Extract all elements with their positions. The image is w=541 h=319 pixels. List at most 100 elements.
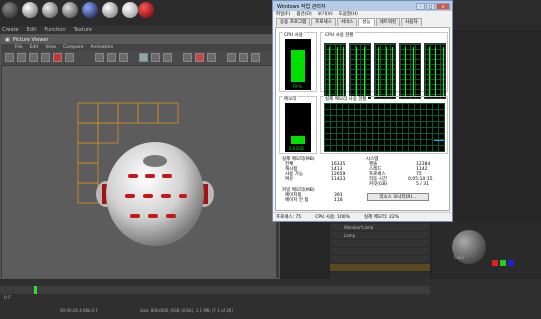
timeline-playhead[interactable]: [34, 286, 37, 294]
material-ball[interactable]: [22, 2, 38, 18]
cpu-core-graph: [424, 43, 446, 99]
timeline-frame-label: 0 F: [4, 296, 11, 301]
performance-panel: CPU 사용 79 % CPU 사용 현황 메모리 3.62GB 실제 메모리: [275, 27, 450, 211]
list-item[interactable]: [330, 256, 430, 264]
task-manager-menubar: 파일(F) 옵션(O) 보기(V) 도움말(H): [273, 11, 452, 18]
toolbar-icon[interactable]: [17, 53, 26, 62]
stat-label: 페이지 안 됨: [285, 198, 309, 203]
material-ball[interactable]: [82, 2, 98, 18]
list-item[interactable]: Wandoo*Lamb: [330, 224, 430, 232]
status-cpu: CPU 사용: 100%: [315, 215, 350, 220]
task-manager-titlebar[interactable]: Windows 작업 관리자 – □ ✕: [273, 1, 452, 11]
tab-performance[interactable]: 성능: [358, 18, 375, 26]
menu-view[interactable]: 보기(V): [318, 11, 333, 18]
resource-monitor-button[interactable]: 리소스 모니터(R)...: [367, 193, 429, 201]
toolbar-icon[interactable]: [151, 53, 160, 62]
list-item[interactable]: [330, 240, 430, 248]
cpu-core-graph: [399, 43, 421, 99]
status-memory: 실제 메모리: 22%: [363, 215, 399, 220]
color-swatch-green[interactable]: [500, 260, 506, 266]
rendered-robot-image: [77, 102, 214, 246]
stat-value: 5 / 31: [416, 182, 429, 187]
memory-value: 3.62GB: [289, 146, 304, 151]
minimize-icon[interactable]: –: [416, 2, 425, 10]
toolbar-icon[interactable]: [183, 53, 192, 62]
cpu-core-graph: [324, 43, 346, 99]
color-swatch-blue[interactable]: [508, 260, 514, 266]
toolbar-icon[interactable]: [65, 53, 74, 62]
memory-gauge-fill: [291, 136, 305, 144]
viewer-menu-file[interactable]: File: [15, 44, 23, 51]
cpu-history-group: CPU 사용 현황: [320, 32, 448, 99]
menu-create[interactable]: Create: [2, 26, 19, 34]
toolbar-icon[interactable]: [207, 53, 216, 62]
toolbar-icon[interactable]: [227, 53, 236, 62]
task-manager-window: Windows 작업 관리자 – □ ✕ 파일(F) 옵션(O) 보기(V) 도…: [272, 0, 453, 222]
cpu-usage-gauge-fill: [291, 50, 305, 82]
timeline-info: Size: 800x600, RGB (8 Bit), 1.1 MB, (F 1…: [140, 308, 233, 313]
viewer-app-icon: ▣: [5, 36, 10, 43]
toolbar-icon[interactable]: [139, 53, 148, 62]
toolbar-icon[interactable]: [41, 53, 50, 62]
task-manager-statusbar: 프로세스: 75 CPU 사용: 100% 실제 메모리: 22%: [273, 212, 452, 221]
close-icon[interactable]: ✕: [436, 2, 450, 10]
timeline-status: 00:00:26 4.0Kb 0 F: [60, 308, 99, 313]
memory-label: 메모리: [283, 96, 298, 102]
memory-history-label: 실제 메모리 사용 현황: [324, 96, 368, 102]
status-processes: 프로세스: 75: [276, 215, 302, 220]
menu-edit[interactable]: Edit: [27, 26, 37, 34]
stat-label: 커밋(GB): [369, 182, 388, 187]
toolbar-icon[interactable]: [163, 53, 172, 62]
color-swatch-red[interactable]: [492, 260, 498, 266]
material-ball[interactable]: [62, 2, 78, 18]
toolbar-icon[interactable]: [119, 53, 128, 62]
toolbar-icon[interactable]: [5, 53, 14, 62]
cpu-history-label: CPU 사용 현황: [324, 32, 355, 38]
list-item[interactable]: Lamp: [330, 232, 430, 240]
memory-group: 메모리 3.62GB: [279, 96, 317, 154]
menu-help[interactable]: 도움말(H): [339, 11, 358, 18]
viewer-toolbar: [1, 51, 279, 65]
stat-value: 11423: [331, 177, 346, 182]
material-ball[interactable]: [122, 2, 138, 18]
cpu-usage-gauge: 79 %: [285, 39, 311, 90]
tab-services[interactable]: 서비스: [336, 18, 358, 26]
menu-file[interactable]: 파일(F): [276, 11, 290, 18]
tab-users[interactable]: 사용자: [401, 18, 422, 26]
toolbar-icon[interactable]: [29, 53, 38, 62]
cpu-usage-label: CPU 사용: [283, 32, 304, 38]
tab-applications[interactable]: 응용 프로그램: [276, 18, 311, 26]
viewer-menu-edit[interactable]: Edit: [30, 44, 39, 51]
menu-options[interactable]: 옵션(O): [296, 11, 311, 18]
task-manager-tabs: 응용 프로그램 프로세스 서비스 성능 네트워킹 사용자: [273, 18, 452, 26]
viewer-titlebar[interactable]: ▣ Picture Viewer: [1, 35, 279, 44]
viewer-menu-compare[interactable]: Compare: [63, 44, 83, 51]
material-ball[interactable]: [42, 2, 58, 18]
toolbar-icon[interactable]: [239, 53, 248, 62]
timeline-ruler[interactable]: [0, 286, 430, 294]
material-ball[interactable]: [102, 2, 118, 18]
toolbar-icon[interactable]: [53, 53, 62, 62]
viewer-title: Picture Viewer: [12, 36, 49, 43]
timeline-area: [0, 279, 541, 319]
toolbar-icon[interactable]: [95, 53, 104, 62]
tab-processes[interactable]: 프로세스: [311, 18, 336, 26]
list-item[interactable]: [330, 248, 430, 256]
toolbar-icon[interactable]: [195, 53, 204, 62]
cpu-core-graph: [374, 43, 396, 99]
viewer-menu-animation[interactable]: Animation: [90, 44, 113, 51]
render-viewport[interactable]: [2, 66, 276, 278]
material-ball[interactable]: [2, 2, 18, 18]
toolbar-icon[interactable]: [107, 53, 116, 62]
toolbar-icon[interactable]: [251, 53, 260, 62]
menu-function[interactable]: Function: [44, 26, 65, 34]
menu-texture[interactable]: Texture: [74, 26, 92, 34]
material-ball[interactable]: [138, 2, 154, 18]
material-menu: Create Edit Function Texture: [0, 26, 280, 34]
memory-history-line: [434, 140, 444, 141]
viewer-menu-view[interactable]: View: [45, 44, 56, 51]
tab-networking[interactable]: 네트워킹: [375, 18, 401, 26]
maximize-icon[interactable]: □: [426, 2, 435, 10]
stat-label: 여유: [285, 177, 294, 182]
list-item[interactable]: [330, 264, 430, 272]
